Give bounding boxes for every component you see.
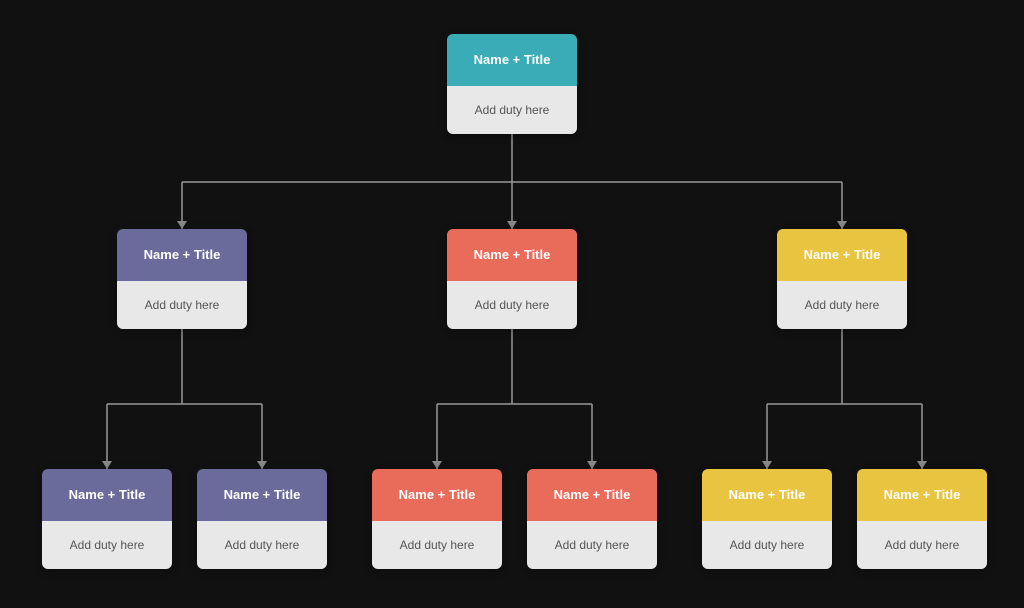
node-leaf-ll-duty: Add duty here (70, 538, 145, 552)
node-root[interactable]: Name + Title Add duty here (447, 34, 577, 134)
node-leaf-rl[interactable]: Name + Title Add duty here (702, 469, 832, 569)
node-mid-left-header: Name + Title (117, 229, 247, 281)
node-leaf-rr-header: Name + Title (857, 469, 987, 521)
node-mid-left[interactable]: Name + Title Add duty here (117, 229, 247, 329)
node-mid-center-label: Name + Title (474, 247, 551, 264)
node-leaf-lr-label: Name + Title (224, 487, 301, 504)
node-leaf-rl-body: Add duty here (702, 521, 832, 569)
node-leaf-cl-header: Name + Title (372, 469, 502, 521)
node-leaf-ll-header: Name + Title (42, 469, 172, 521)
node-mid-right-header: Name + Title (777, 229, 907, 281)
node-root-duty: Add duty here (475, 103, 550, 117)
node-leaf-cr-duty: Add duty here (555, 538, 630, 552)
node-leaf-cr-header: Name + Title (527, 469, 657, 521)
node-leaf-cr-label: Name + Title (554, 487, 631, 504)
node-leaf-lr-duty: Add duty here (225, 538, 300, 552)
org-chart: Name + Title Add duty here Name + Title … (22, 14, 1002, 594)
node-leaf-cr[interactable]: Name + Title Add duty here (527, 469, 657, 569)
node-mid-right[interactable]: Name + Title Add duty here (777, 229, 907, 329)
node-leaf-cr-body: Add duty here (527, 521, 657, 569)
node-leaf-rr-label: Name + Title (884, 487, 961, 504)
node-mid-left-body: Add duty here (117, 281, 247, 329)
node-leaf-rl-header: Name + Title (702, 469, 832, 521)
node-leaf-cl-body: Add duty here (372, 521, 502, 569)
node-mid-center-body: Add duty here (447, 281, 577, 329)
node-leaf-lr[interactable]: Name + Title Add duty here (197, 469, 327, 569)
node-leaf-rr-duty: Add duty here (885, 538, 960, 552)
node-leaf-rl-duty: Add duty here (730, 538, 805, 552)
node-leaf-lr-header: Name + Title (197, 469, 327, 521)
node-mid-right-body: Add duty here (777, 281, 907, 329)
node-leaf-cl-duty: Add duty here (400, 538, 475, 552)
node-leaf-ll[interactable]: Name + Title Add duty here (42, 469, 172, 569)
node-mid-right-duty: Add duty here (805, 298, 880, 312)
node-leaf-ll-body: Add duty here (42, 521, 172, 569)
node-root-body: Add duty here (447, 86, 577, 134)
node-leaf-rr-body: Add duty here (857, 521, 987, 569)
node-mid-center-duty: Add duty here (475, 298, 550, 312)
node-leaf-cl[interactable]: Name + Title Add duty here (372, 469, 502, 569)
node-mid-left-duty: Add duty here (145, 298, 220, 312)
node-mid-center-header: Name + Title (447, 229, 577, 281)
node-mid-left-label: Name + Title (144, 247, 221, 264)
node-leaf-rl-label: Name + Title (729, 487, 806, 504)
node-root-header: Name + Title (447, 34, 577, 86)
node-mid-right-label: Name + Title (804, 247, 881, 264)
node-root-label: Name + Title (474, 52, 551, 69)
node-mid-center[interactable]: Name + Title Add duty here (447, 229, 577, 329)
node-leaf-ll-label: Name + Title (69, 487, 146, 504)
node-leaf-lr-body: Add duty here (197, 521, 327, 569)
node-leaf-cl-label: Name + Title (399, 487, 476, 504)
node-leaf-rr[interactable]: Name + Title Add duty here (857, 469, 987, 569)
